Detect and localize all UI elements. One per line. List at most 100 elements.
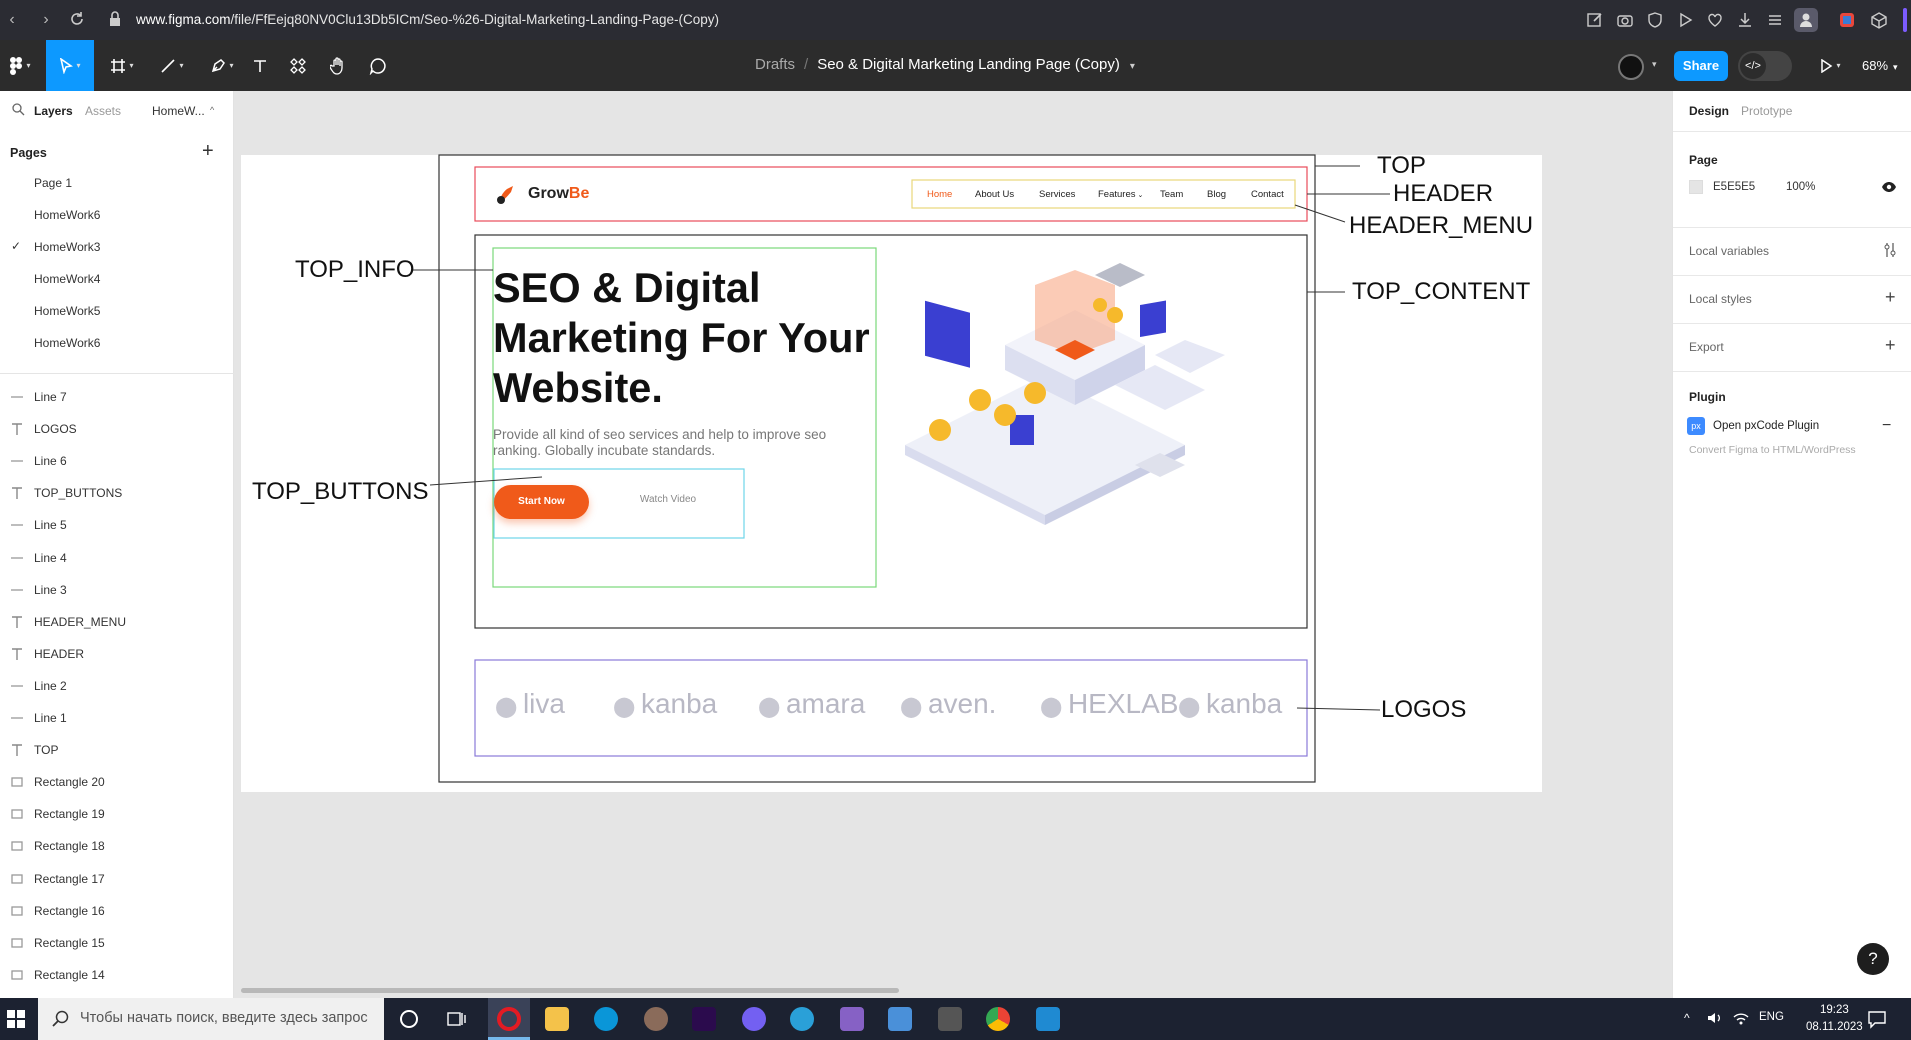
chevron-down-icon: ⌄ — [1137, 192, 1144, 199]
local-variables-label: Local variables — [1689, 244, 1770, 258]
annotation-line-logos — [1296, 707, 1381, 711]
logo-text: aven. — [927, 688, 997, 719]
app-icon-2[interactable] — [888, 1007, 912, 1031]
export-section: Export + — [1673, 323, 1911, 371]
hero-title: SEO & Digital Marketing For Your Website… — [493, 264, 870, 411]
add-export-icon[interactable]: + — [1885, 335, 1896, 356]
watch-video-button[interactable]: Watch Video — [628, 494, 708, 505]
plugin-name[interactable]: Open pxCode Plugin — [1713, 420, 1819, 432]
taskbar: Чтобы начать поиск, введите здесь запрос… — [0, 998, 1911, 1040]
design-panel: Design Prototype Page E5E5E5 100% Local … — [1672, 91, 1911, 998]
export-label: Export — [1689, 340, 1724, 354]
logo-mark-icon: ⬤ — [1178, 696, 1206, 718]
volume-icon[interactable] — [1706, 1009, 1724, 1027]
nav-team[interactable]: Team — [1160, 189, 1183, 200]
sliders-icon[interactable] — [1883, 242, 1897, 258]
annotation-top-content: TOP_CONTENT — [1352, 278, 1531, 305]
premiere-icon[interactable] — [692, 1007, 716, 1031]
logo-mark-icon: ⬤ — [758, 696, 786, 718]
annotation-logos: LOGOS — [1381, 696, 1467, 723]
eye-icon[interactable] — [1881, 180, 1897, 194]
annotation-top-info: TOP_INFO — [295, 256, 415, 283]
chrome-icon[interactable] — [986, 1007, 1010, 1031]
logo-mark-icon: ⬤ — [613, 696, 641, 718]
annotation-header-menu: HEADER_MENU — [1349, 212, 1534, 239]
hero-subtitle: Provide all kind of seo services and hel… — [493, 427, 827, 458]
brand-name[interactable]: GrowBe — [528, 185, 589, 203]
logo-text: HEXLAB — [1067, 688, 1179, 719]
viber-icon[interactable] — [742, 1007, 766, 1031]
plugin-section: Plugin px Open pxCode Plugin − Convert F… — [1673, 371, 1911, 491]
partner-logo: ⬤ kanba — [613, 688, 717, 720]
taskbar-search[interactable]: Чтобы начать поиск, введите здесь запрос — [38, 998, 384, 1040]
logo-text: amara — [785, 688, 866, 719]
plugin-header: Plugin — [1689, 390, 1726, 404]
partner-logo: ⬤ aven. — [900, 688, 996, 720]
partner-logo: ⬤ kanba — [1178, 688, 1282, 720]
page-color-value[interactable]: E5E5E5 — [1713, 181, 1755, 193]
skype-icon[interactable] — [594, 1007, 618, 1031]
remove-plugin-icon[interactable]: − — [1882, 417, 1891, 435]
nav-home[interactable]: Home — [927, 189, 952, 200]
annotation-line-header-menu — [1294, 204, 1346, 223]
taskbar-search-placeholder: Чтобы начать поиск, введите здесь запрос — [80, 1010, 368, 1026]
partner-logo: ⬤ HEXLAB — [1040, 688, 1178, 720]
pxcode-icon: px — [1687, 417, 1705, 435]
nav-contact[interactable]: Contact — [1251, 189, 1284, 200]
vscode-icon[interactable] — [1036, 1007, 1060, 1031]
page-opacity-value[interactable]: 100% — [1786, 181, 1815, 193]
clock-date: 08.11.2023 — [1806, 1021, 1863, 1033]
annotation-line-top-buttons — [429, 476, 543, 486]
visual-studio-icon[interactable] — [840, 1007, 864, 1031]
logo-mark-icon: ⬤ — [900, 696, 928, 718]
logo-text: liva — [522, 688, 565, 719]
notifications-icon[interactable] — [1867, 1009, 1887, 1029]
local-styles-label: Local styles — [1689, 292, 1752, 306]
nav-services[interactable]: Services — [1039, 189, 1075, 200]
page-section: Page E5E5E5 100% — [1673, 131, 1911, 227]
start-now-button[interactable]: Start Now — [494, 485, 589, 519]
chevron-up-icon[interactable]: ^ — [1684, 1011, 1690, 1025]
logo-mark-icon: ⬤ — [1040, 696, 1068, 718]
language-indicator[interactable]: ENG — [1759, 1011, 1784, 1023]
nav-about[interactable]: About Us — [975, 189, 1014, 200]
hero-illustration — [905, 263, 1225, 525]
tab-prototype[interactable]: Prototype — [1741, 104, 1792, 118]
nav-features-label: Features — [1098, 189, 1136, 200]
clock[interactable]: 19:23 08.11.2023 — [1806, 1002, 1863, 1036]
windows-start-icon[interactable] — [7, 1010, 25, 1028]
logo-text: kanba — [640, 688, 718, 719]
clock-time: 19:23 — [1819, 1004, 1849, 1016]
page-color-swatch[interactable] — [1689, 180, 1703, 194]
page-section-header: Page — [1689, 153, 1718, 167]
add-style-icon[interactable]: + — [1885, 287, 1896, 308]
local-variables-section[interactable]: Local variables — [1673, 227, 1911, 275]
opera-app[interactable] — [488, 998, 530, 1040]
task-view-icon[interactable] — [446, 1010, 466, 1028]
tab-design[interactable]: Design — [1689, 104, 1729, 118]
logo-mark-icon: ⬤ — [495, 696, 523, 718]
brand-suffix: Be — [568, 185, 590, 202]
opera-icon — [497, 1007, 521, 1031]
app-icon[interactable] — [644, 1007, 668, 1031]
logo-text: kanba — [1205, 688, 1283, 719]
plugin-description: Convert Figma to HTML/WordPress — [1689, 444, 1856, 456]
nav-blog[interactable]: Blog — [1207, 189, 1226, 200]
telegram-icon[interactable] — [790, 1007, 814, 1031]
partner-logo: ⬤ liva — [495, 688, 565, 720]
horizontal-scrollbar[interactable] — [241, 988, 899, 993]
help-button[interactable]: ? — [1857, 943, 1889, 975]
annotation-header: HEADER — [1393, 180, 1494, 207]
annotation-top: TOP — [1377, 152, 1426, 179]
wifi-icon[interactable] — [1732, 1009, 1750, 1027]
file-explorer-icon[interactable] — [545, 1007, 569, 1031]
cortana-icon[interactable] — [400, 1010, 418, 1028]
search-icon — [52, 1010, 69, 1027]
nav-features[interactable]: Features ⌄ — [1098, 189, 1143, 200]
calculator-icon[interactable] — [938, 1007, 962, 1031]
partner-logo: ⬤ amara — [758, 688, 865, 720]
brand-prefix: Grow — [528, 185, 569, 202]
local-styles-section: Local styles + — [1673, 275, 1911, 323]
annotation-top-buttons: TOP_BUTTONS — [252, 478, 429, 505]
brand-logo-icon[interactable] — [493, 182, 519, 208]
